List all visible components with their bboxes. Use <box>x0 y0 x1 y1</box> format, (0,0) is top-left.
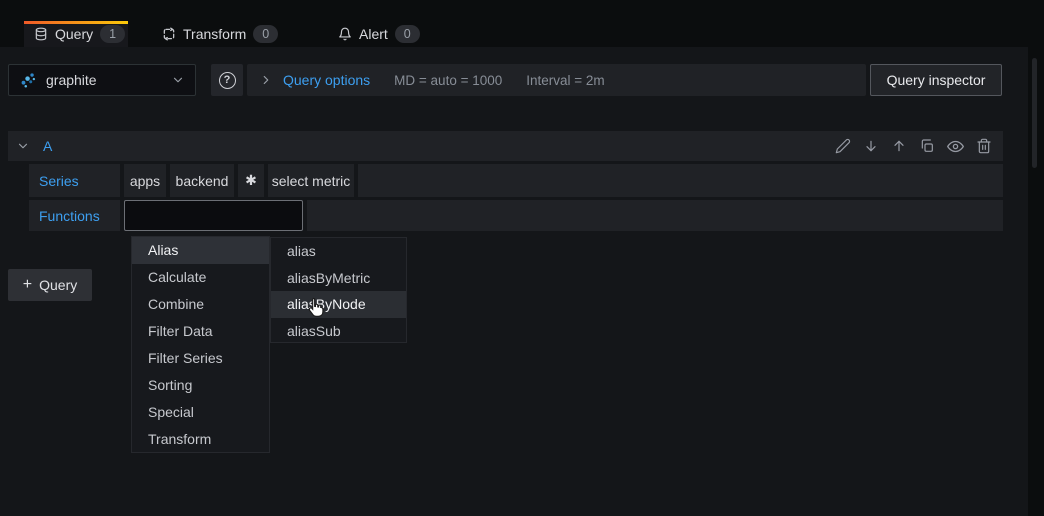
vertical-scrollbar[interactable] <box>1032 58 1037 168</box>
menu-item-filter-data[interactable]: Filter Data <box>132 318 269 345</box>
query-inspector-button[interactable]: Query inspector <box>870 64 1002 96</box>
menu-item-filter-series[interactable]: Filter Series <box>132 345 269 372</box>
plus-icon: + <box>23 277 32 293</box>
tab-alert-count-badge: 0 <box>395 25 420 43</box>
submenu-item-alias[interactable]: alias <box>271 238 406 265</box>
submenu-item-aliasbymetric[interactable]: aliasByMetric <box>271 265 406 292</box>
tab-transform[interactable]: Transform 0 <box>152 21 288 47</box>
query-row-header[interactable]: A <box>8 131 1003 161</box>
query-editor-content: graphite ? Query options MD = auto = 100… <box>0 47 1028 516</box>
series-label: Series <box>29 164 120 197</box>
delete-trash-icon[interactable] <box>976 138 992 154</box>
tab-transform-label: Transform <box>183 26 246 42</box>
add-query-label: Query <box>39 277 77 293</box>
editor-tabbar: Query 1 Transform 0 Alert 0 <box>0 0 1044 47</box>
collapse-chevron-icon[interactable] <box>16 139 30 153</box>
query-ref-id: A <box>43 138 52 154</box>
alias-submenu: alias aliasByMetric aliasByNode aliasSub <box>270 237 407 343</box>
interval-value: Interval = 2m <box>526 73 604 88</box>
move-down-icon[interactable] <box>863 138 879 154</box>
tab-query-count-badge: 1 <box>100 25 125 43</box>
series-segment-backend[interactable]: backend <box>170 164 234 197</box>
angle-right-icon <box>259 73 273 87</box>
graphite-logo-icon <box>19 71 37 89</box>
move-up-icon[interactable] <box>891 138 907 154</box>
series-segment-apps[interactable]: apps <box>124 164 166 197</box>
series-segment-select-metric[interactable]: select metric <box>268 164 354 197</box>
menu-item-special[interactable]: Special <box>132 399 269 426</box>
toggle-visibility-eye-icon[interactable] <box>947 138 964 155</box>
series-segment-wildcard[interactable]: ✱ <box>238 164 264 197</box>
tab-transform-count-badge: 0 <box>253 25 278 43</box>
transform-icon <box>162 27 176 41</box>
tab-alert[interactable]: Alert 0 <box>328 21 430 47</box>
query-options-label: Query options <box>283 72 370 88</box>
function-category-menu: Alias Calculate Combine Filter Data Filt… <box>131 236 270 453</box>
datasource-name: graphite <box>46 72 97 88</box>
tab-query-label: Query <box>55 26 93 42</box>
tab-alert-label: Alert <box>359 26 388 42</box>
menu-item-transform[interactable]: Transform <box>132 426 269 453</box>
question-circle-icon: ? <box>219 72 236 89</box>
menu-item-sorting[interactable]: Sorting <box>132 372 269 399</box>
bell-icon <box>338 27 352 41</box>
max-data-points-value: MD = auto = 1000 <box>394 73 502 88</box>
query-row-actions <box>835 138 992 155</box>
datasource-picker[interactable]: graphite <box>8 64 196 96</box>
tab-query[interactable]: Query 1 <box>24 21 128 47</box>
query-options-bar[interactable]: Query options MD = auto = 1000 Interval … <box>247 64 866 96</box>
menu-item-calculate[interactable]: Calculate <box>132 264 269 291</box>
menu-item-combine[interactable]: Combine <box>132 291 269 318</box>
add-function-input[interactable] <box>124 200 303 231</box>
submenu-item-aliassub[interactable]: aliasSub <box>271 318 406 345</box>
edit-pencil-icon[interactable] <box>835 138 851 154</box>
series-row: Series apps backend ✱ select metric <box>29 164 1003 197</box>
functions-row: Functions <box>29 200 1003 231</box>
add-query-button[interactable]: + Query <box>8 269 92 301</box>
chevron-down-icon <box>171 73 185 87</box>
functions-label: Functions <box>29 200 120 231</box>
datasource-help-button[interactable]: ? <box>211 64 243 96</box>
submenu-item-aliasbynode[interactable]: aliasByNode <box>271 291 406 318</box>
menu-item-alias[interactable]: Alias <box>132 237 269 264</box>
duplicate-copy-icon[interactable] <box>919 138 935 154</box>
database-icon <box>34 27 48 41</box>
